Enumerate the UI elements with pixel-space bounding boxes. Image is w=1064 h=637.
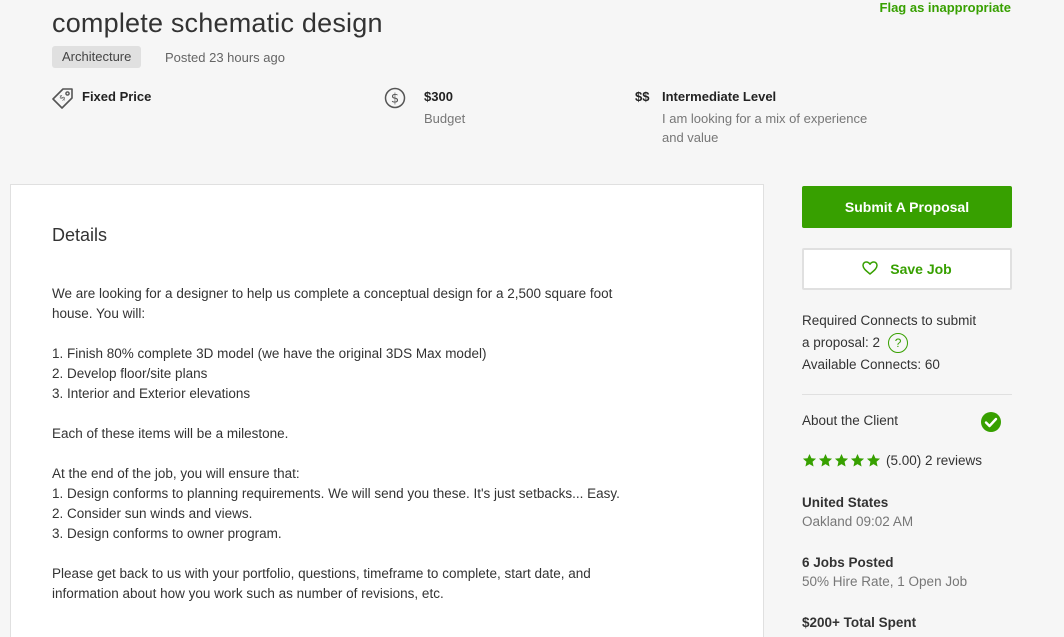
verified-check-icon <box>980 411 1002 438</box>
level-desc-line1: I am looking for a mix of experience <box>662 111 868 126</box>
submit-proposal-button[interactable]: Submit A Proposal <box>802 186 1012 228</box>
svg-text:$: $ <box>391 92 399 107</box>
rating-text: (5.00) 2 reviews <box>886 453 983 468</box>
details-line: Each of these items will be a milestone. <box>52 426 289 441</box>
help-icon[interactable]: ? <box>888 333 909 354</box>
client-spend: $200+ Total Spent <box>802 615 916 630</box>
client-city-time: Oakland 09:02 AM <box>802 514 914 529</box>
details-line: information about how you work such as n… <box>52 586 444 601</box>
details-line: We are looking for a designer to help us… <box>52 286 613 301</box>
connects-info: Required Connects to submit a proposal: … <box>802 310 1017 376</box>
level-desc-line2: and value <box>662 130 719 145</box>
details-card: Details We are looking for a designer to… <box>10 184 764 637</box>
flag-inappropriate-link[interactable]: Flag as inappropriate <box>880 0 1011 15</box>
job-page: complete schematic design Flag as inappr… <box>0 0 1064 637</box>
category-tag[interactable]: Architecture <box>52 46 142 68</box>
client-location: United States Oakland 09:02 AM <box>802 495 913 529</box>
details-list-item: 2. Consider sun winds and views. <box>52 506 253 521</box>
rating-stars <box>802 453 881 468</box>
client-country: United States <box>802 495 889 510</box>
client-rating: (5.00) 2 reviews <box>802 453 982 468</box>
connects-required-line2: a proposal: 2 <box>802 335 881 350</box>
details-heading: Details <box>52 225 108 245</box>
details-list-item: 2. Develop floor/site plans <box>52 366 208 381</box>
dollar-circle-icon: $ <box>384 87 406 112</box>
client-total-spent: $200+ Total Spent <box>802 615 917 630</box>
details-line: At the end of the job, you will ensure t… <box>52 466 300 481</box>
budget-label: Budget <box>424 111 466 126</box>
level-description: I am looking for a mix of experience and… <box>662 109 867 147</box>
details-body: We are looking for a designer to help us… <box>52 284 722 604</box>
posted-time: Posted 23 hours ago <box>165 50 285 65</box>
client-jobs: 6 Jobs Posted 50% Hire Rate, 1 Open Job <box>802 555 967 589</box>
job-title: complete schematic design <box>52 8 383 39</box>
about-client-heading: About the Client <box>802 413 899 428</box>
star-icon <box>818 453 833 467</box>
client-jobs-posted: 6 Jobs Posted <box>802 555 894 570</box>
job-type-label: Fixed Price <box>82 89 152 104</box>
available-connects: Available Connects: 60 <box>802 357 940 372</box>
details-list-item: 1. Design conforms to planning requireme… <box>52 486 620 501</box>
details-line: Please get back to us with your portfoli… <box>52 566 591 581</box>
details-list-item: 1. Finish 80% complete 3D model (we have… <box>52 346 487 361</box>
details-list-item: 3. Interior and Exterior elevations <box>52 386 251 401</box>
star-icon <box>850 453 865 467</box>
save-job-label: Save Job <box>890 261 952 277</box>
client-hire-rate: 50% Hire Rate, 1 Open Job <box>802 574 968 589</box>
star-icon <box>834 453 849 467</box>
heart-icon <box>862 260 878 278</box>
details-line: house. You will: <box>52 306 146 321</box>
price-tag-icon: $ <box>52 87 74 112</box>
connects-required-row: a proposal: 2? <box>802 332 1017 354</box>
save-job-button[interactable]: Save Job <box>802 248 1012 290</box>
level-dollars-icon: $$ <box>635 89 650 104</box>
level-label: Intermediate Level <box>662 89 777 104</box>
budget-value: $300 <box>424 89 453 104</box>
connects-required-line1: Required Connects to submit <box>802 313 977 328</box>
details-list-item: 3. Design conforms to owner program. <box>52 526 282 541</box>
star-icon <box>866 453 881 467</box>
sidebar-divider <box>802 394 1012 395</box>
star-icon <box>802 453 817 467</box>
